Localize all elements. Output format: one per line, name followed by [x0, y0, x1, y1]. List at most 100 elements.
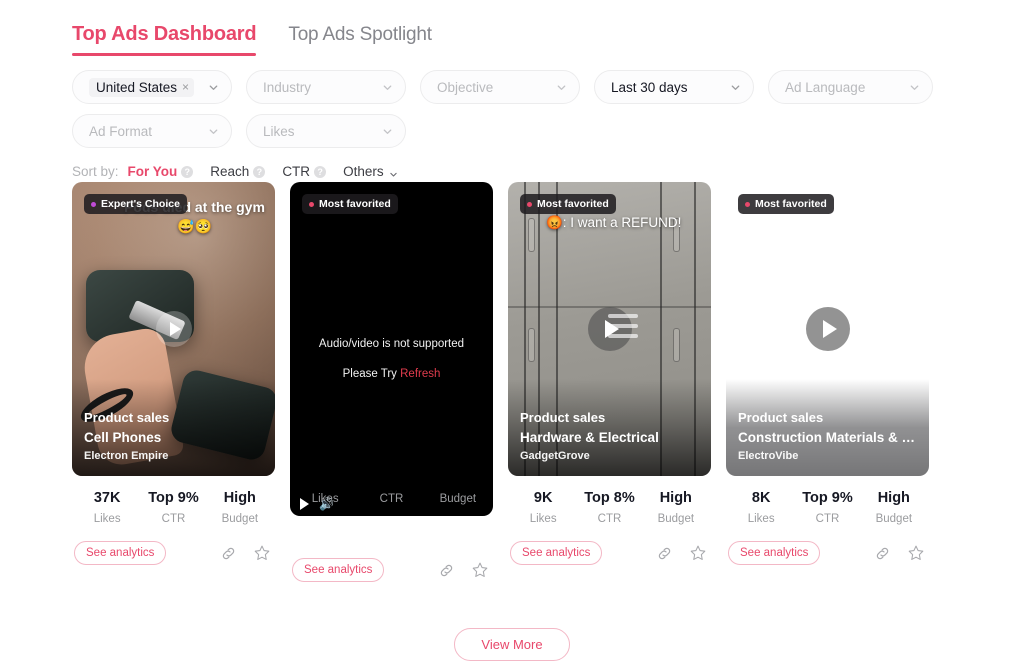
- ad-industry: Cell Phones: [84, 429, 162, 445]
- star-icon[interactable]: [689, 544, 707, 562]
- close-icon[interactable]: ×: [182, 81, 189, 93]
- filter-likes[interactable]: Likes: [246, 114, 406, 148]
- play-triangle-icon: [822, 320, 837, 338]
- tab-bar: Top Ads Dashboard Top Ads Spotlight: [0, 0, 1024, 56]
- speaker-icon[interactable]: 🔊: [319, 498, 334, 510]
- filter-ad-format[interactable]: Ad Format: [72, 114, 232, 148]
- stat-label: CTR: [379, 493, 404, 505]
- filter-bar: United States × Industry Objective Last …: [0, 56, 1024, 148]
- stat-value: 8K: [751, 490, 771, 506]
- ad-action-icons: [220, 544, 271, 562]
- country-chip: United States ×: [89, 77, 195, 97]
- stat-value: Top 9%: [802, 490, 853, 506]
- stat-ctr: Top 8% CTR: [576, 488, 642, 529]
- ad-stats: 8K Likes Top 9% CTR High Budget: [726, 476, 929, 529]
- ad-card: Expert's Choice Pods died at the gym😅🥺 P…: [72, 182, 275, 566]
- status-badge-most-favorited: Most favorited: [302, 194, 398, 214]
- sort-option-label: Others: [343, 164, 384, 179]
- filter-country[interactable]: United States ×: [72, 70, 232, 104]
- sort-option-others[interactable]: Others: [343, 164, 398, 179]
- filter-ad-language-placeholder: Ad Language: [785, 79, 866, 95]
- ad-card-grid: Expert's Choice Pods died at the gym😅🥺 P…: [72, 182, 929, 582]
- ad-card: Most favorited 😡: I want a REFUND! Produ…: [508, 182, 711, 566]
- help-icon[interactable]: ?: [181, 165, 194, 178]
- top-ads-dashboard-page: Top Ads Dashboard Top Ads Spotlight Unit…: [0, 0, 1024, 664]
- tab-label: Top Ads Spotlight: [288, 24, 432, 45]
- tab-top-ads-dashboard[interactable]: Top Ads Dashboard: [72, 23, 257, 56]
- sort-option-reach[interactable]: Reach ?: [210, 164, 266, 179]
- ad-objective: Product sales: [520, 410, 606, 426]
- link-icon[interactable]: [220, 545, 237, 562]
- star-icon[interactable]: [907, 544, 925, 562]
- country-chip-label: United States: [96, 79, 178, 95]
- stat-likes: 37K Likes: [74, 488, 140, 529]
- ad-objective: Product sales: [738, 410, 824, 426]
- stat-ctr: Top 9% CTR: [794, 488, 860, 529]
- tab-top-ads-spotlight[interactable]: Top Ads Spotlight: [288, 24, 432, 56]
- video-error-message: Audio/video is not supported Please Try …: [290, 338, 493, 380]
- see-analytics-button[interactable]: See analytics: [292, 558, 385, 582]
- sort-option-label: Reach: [210, 164, 250, 179]
- video-error-prefix: Please Try: [342, 368, 401, 380]
- ad-brand: GadgetGrove: [520, 449, 590, 462]
- ad-industry: Construction Materials & L...: [738, 429, 917, 445]
- filter-objective[interactable]: Objective: [420, 70, 580, 104]
- star-icon[interactable]: [253, 544, 271, 562]
- play-icon[interactable]: [155, 311, 192, 347]
- play-icon[interactable]: [300, 498, 309, 510]
- stat-value: High: [877, 490, 910, 506]
- link-icon[interactable]: [874, 545, 891, 562]
- tab-label: Top Ads Dashboard: [72, 23, 257, 45]
- see-analytics-button[interactable]: See analytics: [510, 541, 603, 566]
- decorative-stripes: [608, 314, 638, 344]
- video-controls: 🔊: [300, 498, 334, 510]
- status-badge-most-favorited: Most favorited: [738, 194, 834, 214]
- status-badge-experts-choice: Expert's Choice: [84, 194, 187, 214]
- filter-row-2: Ad Format Likes: [72, 114, 1024, 148]
- link-icon[interactable]: [438, 562, 455, 579]
- chevron-down-icon: [382, 82, 393, 93]
- stat-label: Budget: [875, 512, 913, 525]
- sort-option-for-you[interactable]: For You ?: [128, 164, 194, 179]
- link-icon[interactable]: [656, 545, 673, 562]
- filter-objective-placeholder: Objective: [437, 79, 494, 95]
- view-more-button[interactable]: View More: [454, 628, 570, 661]
- ad-thumbnail[interactable]: Most favorited 😡: I want a REFUND! Produ…: [508, 182, 711, 476]
- stat-budget: High Budget: [207, 488, 273, 529]
- chevron-down-icon: [208, 126, 219, 137]
- stat-budget: Budget: [425, 490, 491, 510]
- sort-bar: Sort by: For You ? Reach ? CTR ? Others: [0, 158, 1024, 179]
- badge-dot-icon: [527, 201, 532, 207]
- ad-meta-overlay: Product sales Cell Phones Electron Empir…: [72, 379, 275, 476]
- sort-option-label: For You: [127, 164, 178, 179]
- badge-label: Expert's Choice: [101, 198, 180, 210]
- chevron-down-icon: [730, 82, 741, 93]
- see-analytics-button[interactable]: See analytics: [728, 541, 821, 566]
- stat-value: 37K: [93, 490, 121, 506]
- tab-active-underline: [72, 53, 257, 56]
- help-icon[interactable]: ?: [314, 165, 327, 178]
- ad-thumbnail[interactable]: Expert's Choice Pods died at the gym😅🥺 P…: [72, 182, 275, 476]
- chevron-down-icon: [382, 126, 393, 137]
- filter-ad-language[interactable]: Ad Language: [768, 70, 933, 104]
- ad-brand: ElectroVibe: [738, 449, 799, 462]
- badge-dot-icon: [91, 201, 96, 207]
- stat-label: Budget: [657, 512, 695, 525]
- ad-thumbnail[interactable]: Most favorited Product sales Constructio…: [726, 182, 929, 476]
- ad-meta-overlay: Product sales Construction Materials & L…: [726, 379, 929, 476]
- ad-industry: Hardware & Electrical: [520, 429, 659, 445]
- ad-thumbnail[interactable]: Most favorited Audio/video is not suppor…: [290, 182, 493, 516]
- play-icon[interactable]: [805, 307, 850, 351]
- filter-industry[interactable]: Industry: [246, 70, 406, 104]
- star-icon[interactable]: [471, 561, 489, 579]
- filter-date-range[interactable]: Last 30 days: [594, 70, 754, 104]
- ad-stats: 37K Likes Top 9% CTR High Budget: [72, 476, 275, 529]
- ad-action-icons: [874, 544, 925, 562]
- help-icon[interactable]: ?: [253, 165, 266, 178]
- see-analytics-button[interactable]: See analytics: [74, 541, 167, 566]
- sort-option-ctr[interactable]: CTR ?: [282, 164, 327, 179]
- ad-brand: Electron Empire: [84, 449, 169, 462]
- filter-date-range-value: Last 30 days: [611, 79, 688, 95]
- video-error-line-1: Audio/video is not supported: [318, 338, 465, 350]
- refresh-link[interactable]: Refresh: [400, 368, 440, 380]
